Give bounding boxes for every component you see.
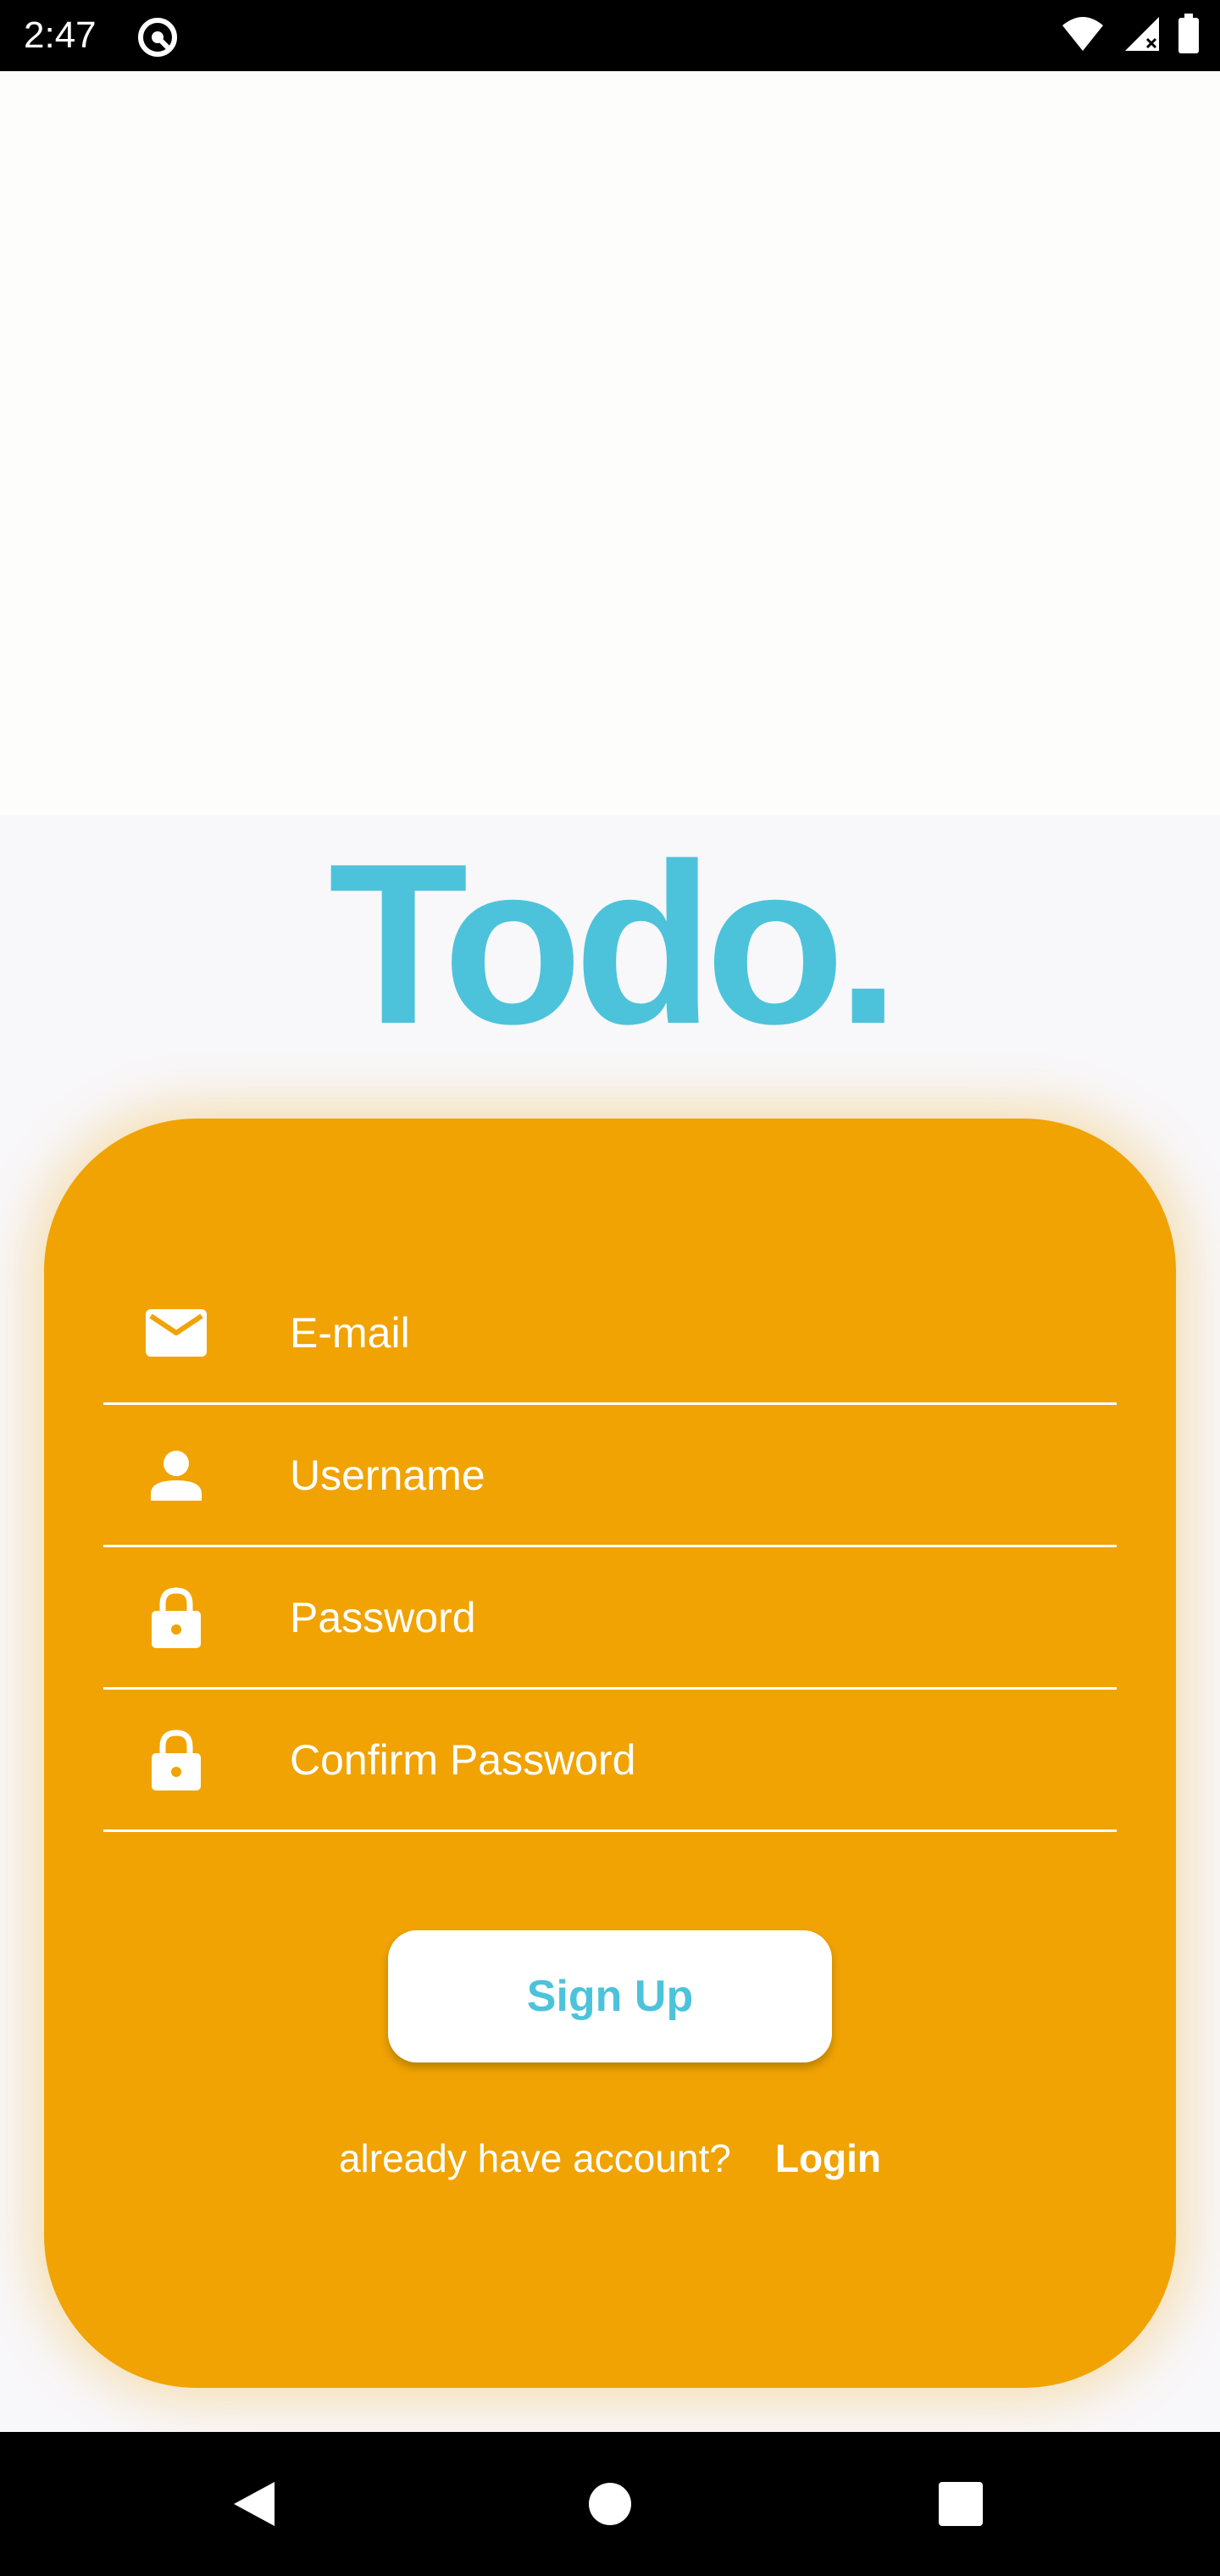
person-icon <box>142 1441 210 1509</box>
username-field[interactable]: Username <box>103 1405 1117 1547</box>
hero-image-area <box>0 71 1220 815</box>
signup-card: E-mail Username Password Confirm Passwor… <box>44 1119 1176 2388</box>
password-placeholder: Password <box>290 1593 476 1641</box>
battery-icon <box>1178 13 1200 58</box>
app-title: Todo. <box>328 817 901 1072</box>
navigation-bar <box>0 2432 1220 2576</box>
mail-icon <box>142 1299 210 1367</box>
status-time: 2:47 <box>24 14 97 56</box>
status-indicators <box>1061 13 1200 58</box>
password-field[interactable]: Password <box>103 1547 1117 1690</box>
sign-up-button[interactable]: Sign Up <box>388 1930 832 2062</box>
login-prompt-text: already have account? <box>338 2136 731 2180</box>
recents-icon[interactable] <box>939 2482 983 2526</box>
email-field[interactable]: E-mail <box>103 1263 1117 1405</box>
email-placeholder: E-mail <box>290 1308 410 1357</box>
login-prompt: already have account? Login <box>44 2135 1176 2181</box>
wifi-icon <box>1061 15 1105 57</box>
app-notification-icon <box>136 15 180 59</box>
cell-signal-icon <box>1122 15 1161 57</box>
lock-icon <box>142 1726 210 1794</box>
back-icon[interactable] <box>230 2479 278 2529</box>
username-placeholder: Username <box>290 1451 485 1499</box>
confirm-password-placeholder: Confirm Password <box>290 1735 636 1784</box>
status-bar: 2:47 <box>0 0 1220 71</box>
confirm-password-field[interactable]: Confirm Password <box>103 1690 1117 1832</box>
login-link[interactable]: Login <box>775 2135 881 2181</box>
home-icon[interactable] <box>588 2482 632 2526</box>
lock-icon <box>142 1584 210 1652</box>
